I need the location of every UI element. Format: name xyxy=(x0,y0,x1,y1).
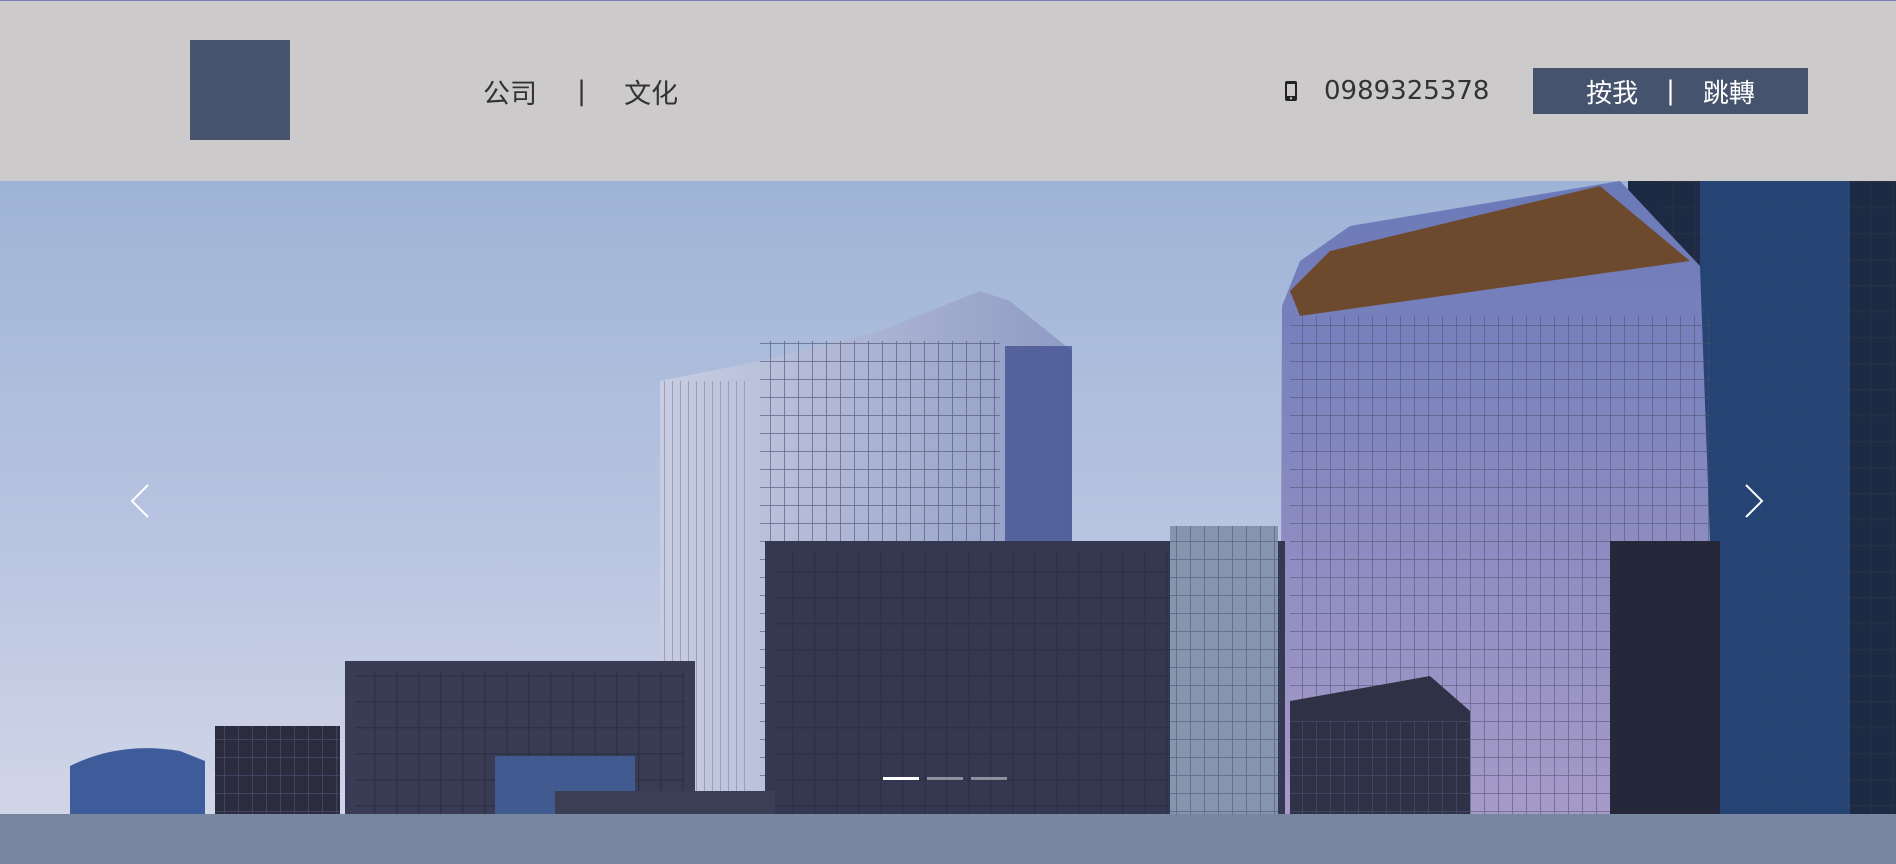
chevron-right-icon xyxy=(1745,484,1764,518)
section-band xyxy=(0,814,1896,864)
nav-separator: | xyxy=(577,75,587,107)
phone-number: 0989325378 xyxy=(1324,76,1490,106)
carousel-indicator-2[interactable] xyxy=(927,777,963,780)
mobile-phone-icon xyxy=(1285,81,1297,101)
hero-image xyxy=(70,181,1896,814)
carousel-indicator-3[interactable] xyxy=(971,777,1007,780)
carousel-prev-button[interactable] xyxy=(118,471,158,531)
nav-item-culture[interactable]: 文化 xyxy=(624,72,678,111)
carousel-indicators xyxy=(883,777,1007,780)
cta-right-label[interactable]: 跳轉 xyxy=(1703,73,1755,110)
nav-item-company[interactable]: 公司 xyxy=(483,72,537,111)
hero-carousel xyxy=(0,181,1896,814)
cta-separator: | xyxy=(1666,76,1675,106)
carousel-indicator-1[interactable] xyxy=(883,777,919,780)
site-header: 公司 | 文化 0989325378 按我 | 跳轉 xyxy=(0,1,1896,181)
main-nav: 公司 | 文化 xyxy=(483,72,678,111)
logo[interactable] xyxy=(190,40,290,140)
cta-left-label[interactable]: 按我 xyxy=(1586,73,1638,110)
phone-contact: 0989325378 xyxy=(1284,73,1489,109)
carousel-next-button[interactable] xyxy=(1736,471,1776,531)
chevron-left-icon xyxy=(130,484,149,518)
cta-button[interactable]: 按我 | 跳轉 xyxy=(1533,68,1808,114)
